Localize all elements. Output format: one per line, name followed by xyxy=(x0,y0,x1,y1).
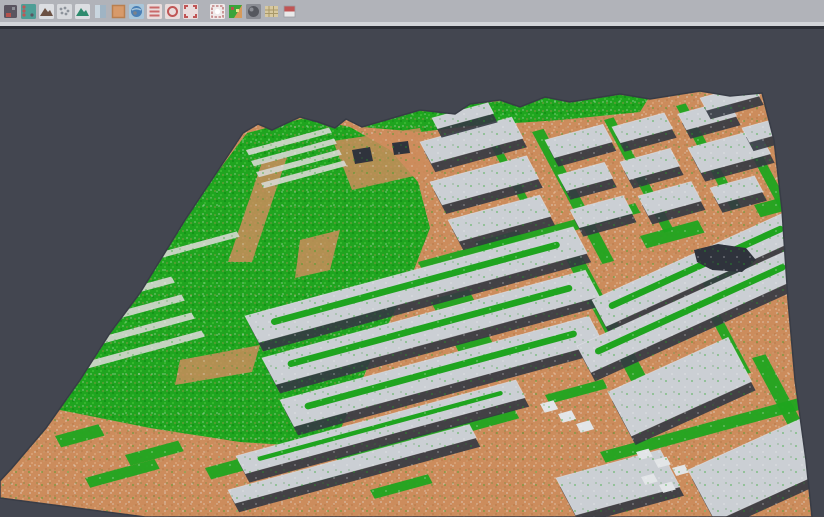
classification-map-icon[interactable] xyxy=(227,2,244,20)
scatter-points-icon[interactable] xyxy=(20,2,37,20)
toolbar-separator xyxy=(199,2,208,20)
point-cloud-render xyxy=(0,29,824,517)
globe-icon[interactable] xyxy=(128,2,145,20)
viewport-3d[interactable] xyxy=(0,29,824,517)
render-sphere-icon[interactable] xyxy=(245,2,262,20)
main-toolbar xyxy=(0,0,824,22)
terrain-green-icon[interactable] xyxy=(74,2,91,20)
flag-label-icon[interactable] xyxy=(281,2,298,20)
ortho-tile-icon[interactable] xyxy=(110,2,127,20)
sparse-points-icon[interactable] xyxy=(56,2,73,20)
target-circle-icon[interactable] xyxy=(164,2,181,20)
profile-panel-icon[interactable] xyxy=(92,2,109,20)
terrain-brown-icon[interactable] xyxy=(38,2,55,20)
clip-region-icon[interactable] xyxy=(209,2,226,20)
layer-list-icon[interactable] xyxy=(146,2,163,20)
texture-grid-icon[interactable] xyxy=(263,2,280,20)
dataset-icon[interactable] xyxy=(2,2,19,20)
selection-frame-icon[interactable] xyxy=(182,2,199,20)
